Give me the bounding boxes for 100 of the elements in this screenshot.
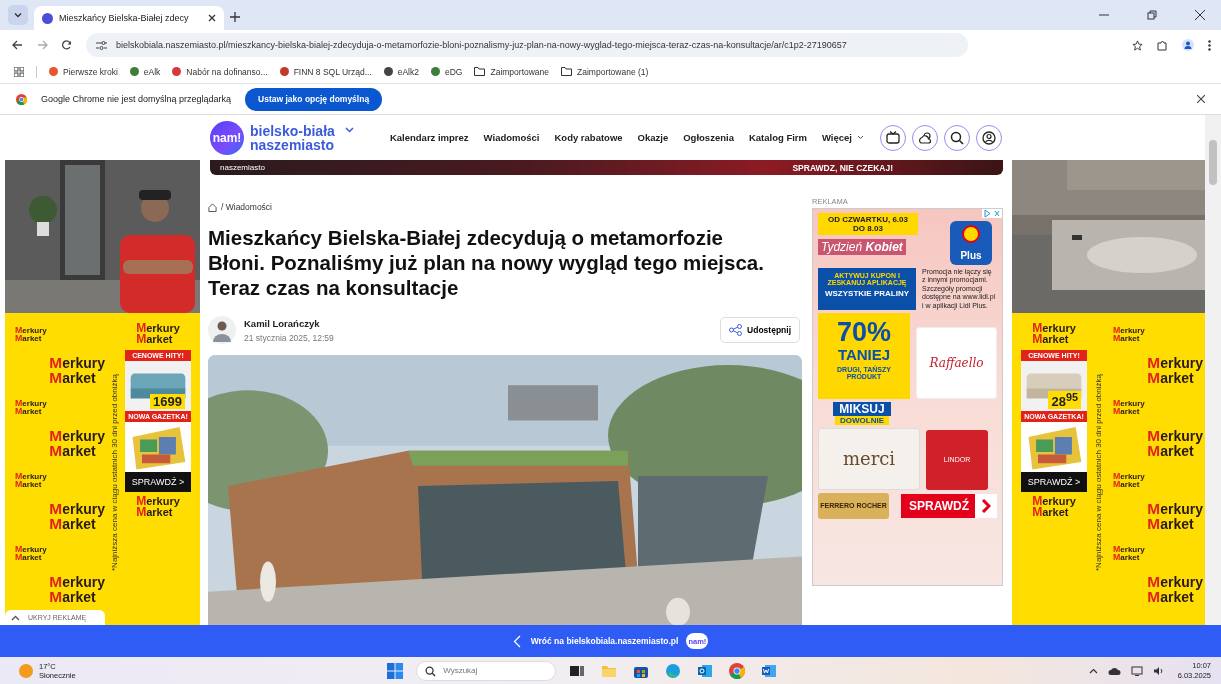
merkury-market-logo[interactable]: Merkury Market xyxy=(1147,429,1203,459)
offer-text: WSZYSTKIE PRALINY xyxy=(825,289,909,298)
cloud-icon[interactable] xyxy=(1107,665,1121,676)
merkury-market-logo[interactable]: Merkury Market xyxy=(1147,356,1203,386)
profile-icon[interactable] xyxy=(1182,39,1194,51)
share-button[interactable]: Udostępnij xyxy=(720,317,800,343)
bookmark[interactable]: FINN 8 SQL Urząd... xyxy=(279,66,372,77)
author-name[interactable]: Kamil Lorańczyk xyxy=(244,317,334,329)
mix-badge-sub: DOWOLNIE xyxy=(835,415,889,425)
address-bar[interactable]: bielskobiala.naszemiasto.pl/mieszkancy-bielska-bialej-zdecyduja-o-metamorfozie-bloni-poznalismy-juz-plan-na-nowy-wyglad-tego-miejsca-teraz-czas-na-konsultacje/ar/c1p2-27190657 xyxy=(86,33,968,57)
merkury-market-logo[interactable]: Merkury Market xyxy=(49,502,105,532)
weather-button[interactable] xyxy=(912,124,938,151)
apps-icon[interactable] xyxy=(14,66,24,77)
site-logo-badge[interactable]: nam! xyxy=(210,120,244,155)
discount-value: 70% xyxy=(836,318,891,346)
speaker-icon[interactable] xyxy=(1152,665,1164,676)
bookmark[interactable]: Nabór na dofinanso... xyxy=(172,66,268,77)
set-default-button[interactable]: Ustaw jako opcję domyślną xyxy=(245,87,383,111)
scrollbar-thumb[interactable] xyxy=(1209,140,1217,185)
bookmark[interactable]: Zaimportowane xyxy=(474,66,550,77)
windows-start-icon[interactable] xyxy=(387,662,404,679)
lidl-ad[interactable] xyxy=(812,208,1003,586)
tv-button[interactable] xyxy=(880,124,906,151)
close-icon[interactable] xyxy=(208,14,216,22)
nav-link[interactable]: Więcej xyxy=(822,132,864,143)
merkury-market-logo[interactable]: Merkury Market xyxy=(1147,502,1203,532)
price-footnote: *Najniższa cena w ciągu ostatnich 30 dni przed obniżką xyxy=(109,373,119,571)
back-icon[interactable] xyxy=(12,40,23,50)
home-icon[interactable] xyxy=(208,202,217,212)
bookmark-star-icon[interactable] xyxy=(1132,39,1143,51)
close-icon[interactable] xyxy=(1195,10,1205,20)
search-icon xyxy=(950,130,964,145)
nav-link[interactable]: Ogłoszenia xyxy=(683,132,734,143)
ad-banner[interactable]: naszemiasto SPRAWDZ, NIE CZEKAJ! xyxy=(210,160,1003,175)
check-button[interactable]: SPRAWDŹ xyxy=(901,493,997,518)
outlook-icon[interactable] xyxy=(697,662,714,679)
tab-list-button[interactable] xyxy=(8,5,28,25)
menu-icon[interactable] xyxy=(1208,39,1211,51)
merkury-market-logo[interactable]: Merkury Market xyxy=(1113,471,1145,489)
site-logo-text[interactable]: bielsko-biała xyxy=(250,123,335,138)
browser-tab[interactable]: Mieszkańcy Bielska-Białej zdecy xyxy=(34,6,224,30)
bookmark[interactable]: eAlk2 xyxy=(383,66,419,77)
check-button[interactable]: SPRAWDŹ > xyxy=(125,471,191,492)
merkury-market-logo[interactable]: Merkury Market xyxy=(1147,575,1203,605)
mix-badge: MIKSUJ xyxy=(833,401,891,416)
author-avatar[interactable] xyxy=(208,316,236,344)
chevron-up-icon[interactable] xyxy=(1088,667,1098,674)
chrome-logo-icon xyxy=(16,93,27,105)
caret-icon xyxy=(13,10,23,20)
chevron-down-icon[interactable] xyxy=(344,127,354,133)
search-button[interactable] xyxy=(944,124,970,151)
reload-icon[interactable] xyxy=(62,40,72,50)
merkury-market-logo[interactable]: Merkury Market xyxy=(15,325,47,343)
folder-icon xyxy=(561,67,573,76)
merkury-market-logo[interactable]: Merkury Market xyxy=(49,356,105,386)
site-settings-icon[interactable] xyxy=(96,40,107,50)
merkury-market-logo[interactable]: Merkury Market xyxy=(1032,495,1076,519)
back-link[interactable]: Wróć na bielskobiala.naszemiasto.pl xyxy=(512,634,679,648)
site-logo-text[interactable]: naszemiasto xyxy=(250,137,335,152)
new-tab-icon[interactable] xyxy=(230,12,240,22)
share-icon xyxy=(729,324,743,336)
word-icon[interactable] xyxy=(761,662,778,679)
ad-headline: Tydzień Kobiet xyxy=(818,239,906,255)
merkury-market-logo[interactable]: Merkury Market xyxy=(49,429,105,459)
merkury-market-logo[interactable]: Merkury Market xyxy=(136,323,180,346)
user-icon xyxy=(982,130,996,145)
merkury-market-logo[interactable]: Merkury Market xyxy=(15,398,47,416)
nav-link[interactable]: Katalog Firm xyxy=(748,132,807,143)
merkury-market-logo[interactable]: Merkury Market xyxy=(1113,325,1145,343)
merkury-market-logo[interactable]: Merkury Market xyxy=(1113,398,1145,416)
merkury-market-logo[interactable]: Merkury Market xyxy=(15,544,47,562)
restore-icon[interactable] xyxy=(1147,10,1157,20)
nav-link[interactable]: Okazje xyxy=(637,132,669,143)
bookmark[interactable]: eDG xyxy=(431,66,463,77)
bookmark[interactable]: Pierwsze kroki xyxy=(49,66,118,77)
bookmark[interactable]: eAlk xyxy=(129,66,161,77)
ad-choices-icon[interactable] xyxy=(982,209,1002,218)
close-icon[interactable] xyxy=(1197,95,1205,103)
sun-icon xyxy=(18,662,34,679)
search-field[interactable]: Wyszukaj xyxy=(416,660,557,681)
merkury-market-logo[interactable]: Merkury Market xyxy=(1032,323,1076,346)
infobar-message: Google Chrome nie jest domyślną przeglądarką xyxy=(41,94,232,104)
merkury-market-logo[interactable]: Merkury Market xyxy=(1113,544,1145,562)
merkury-market-logo[interactable]: Merkury Market xyxy=(49,575,105,605)
edge-browser-icon[interactable] xyxy=(665,662,682,679)
bookmark[interactable]: Zaimportowane (1) xyxy=(561,66,649,77)
breadcrumb-link[interactable]: / Wiadomości xyxy=(221,202,272,212)
discount-label: TANIEJ xyxy=(837,345,891,363)
account-button[interactable] xyxy=(976,124,1002,151)
folder-icon xyxy=(474,67,486,76)
nav-link[interactable]: Wiadomości xyxy=(483,132,540,143)
merkury-market-logo[interactable]: Merkury Market xyxy=(136,495,180,519)
raffaello-box: Raffaello xyxy=(916,326,997,399)
merkury-market-logo[interactable]: Merkury Market xyxy=(15,471,47,489)
nav-link[interactable]: Kody rabatowe xyxy=(554,132,623,143)
site-icon xyxy=(42,12,53,24)
nav-link[interactable]: Kalendarz imprez xyxy=(389,132,469,143)
chevron-left-icon xyxy=(512,634,521,648)
chrome-icon[interactable] xyxy=(729,662,746,679)
check-button[interactable]: SPRAWDŹ > xyxy=(1021,471,1087,492)
